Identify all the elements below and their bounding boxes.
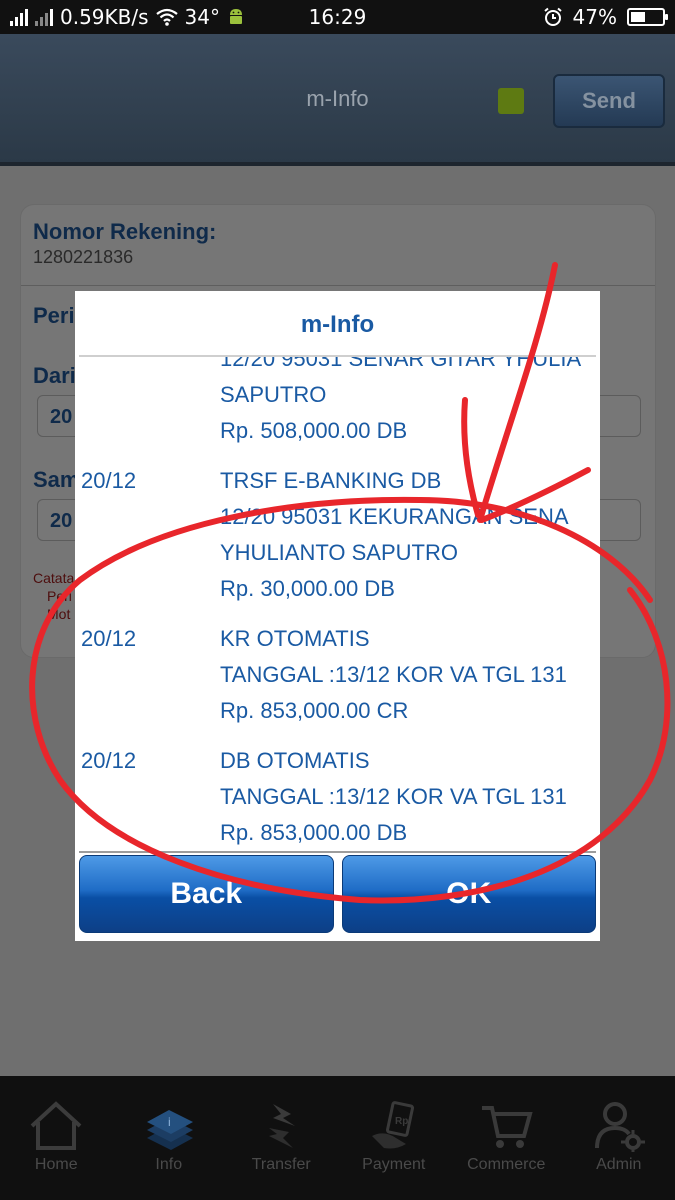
alarm-icon [543, 7, 562, 26]
transaction-item: 20/12 DB OTOMATIS TANGGAL :13/12 KOR VA … [75, 743, 600, 847]
transaction-type: KR OTOMATIS [220, 626, 370, 651]
transaction-type: TRSF E-BANKING DB [220, 468, 442, 493]
send-button[interactable]: Send [553, 74, 665, 128]
nav-payment[interactable]: Rp Payment [338, 1076, 451, 1200]
battery-icon [627, 8, 668, 26]
admin-icon [594, 1102, 645, 1152]
transaction-description: SAPUTRO [220, 382, 327, 407]
from-date-value: 20 [50, 406, 73, 428]
clock: 16:29 [308, 5, 367, 29]
svg-text:i: i [168, 1115, 171, 1129]
transaction-item: 20/12 KR OTOMATIS TANGGAL :13/12 KOR VA … [75, 621, 600, 743]
nav-label-info: Info [155, 1156, 183, 1173]
transaction-type: DB OTOMATIS [220, 748, 370, 773]
dialog-button-bar: Back OK [79, 851, 596, 933]
status-bar: 0.59KB/s 34° 16:29 47% [0, 0, 675, 34]
account-number: 1280221836 [33, 247, 134, 267]
info-icon: i [146, 1110, 193, 1150]
note-title: Catata [33, 570, 75, 586]
battery-percent: 47% [572, 5, 617, 29]
transaction-amount: Rp. 30,000.00 DB [220, 576, 395, 601]
period-label: Peri [33, 303, 75, 328]
nav-home[interactable]: Home [0, 1076, 113, 1200]
payment-icon: Rp [371, 1101, 414, 1149]
transaction-description: 12/20 95031 SENAR GITAR YHULIA [220, 357, 582, 371]
app-header: m-Info Send [0, 34, 675, 166]
connection-status-indicator [498, 88, 524, 114]
transaction-date: 20/12 [81, 748, 137, 773]
home-icon [30, 1101, 82, 1150]
transaction-description: YHULIANTO SAPUTRO [220, 540, 458, 565]
transaction-description: 12/20 95031 KEKURANGAN SENA [220, 504, 569, 529]
note-line-mot: Mot [47, 606, 71, 622]
transaction-item: 20/12 TRSF E-BANKING DB 12/20 95031 KEKU… [75, 463, 600, 621]
transaction-date: 20/12 [81, 626, 137, 651]
nav-commerce[interactable]: Commerce [450, 1076, 563, 1200]
note-line-period: Peri [47, 588, 72, 604]
nav-label-payment: Payment [362, 1156, 426, 1173]
nav-label-admin: Admin [596, 1156, 642, 1173]
svg-text:Rp: Rp [395, 1116, 408, 1127]
transaction-description: TANGGAL :13/12 KOR VA TGL 131 [220, 784, 567, 809]
transaction-amount: Rp. 853,000.00 DB [220, 820, 408, 845]
nav-label-home: Home [34, 1156, 78, 1173]
transaction-list[interactable]: 12/20 95031 SENAR GITAR YHULIA SAPUTRO R… [75, 357, 600, 847]
from-label: Dari [33, 363, 76, 388]
transaction-description: TANGGAL :13/12 KOR VA TGL 131 [220, 662, 567, 687]
bottom-nav: Home i Info Transfer Rp Payment Commerce… [0, 1076, 675, 1200]
nav-admin[interactable]: Admin [563, 1076, 675, 1200]
transaction-amount: Rp. 853,000.00 CR [220, 698, 409, 723]
nav-label-transfer: Transfer [251, 1156, 311, 1173]
nav-label-commerce: Commerce [467, 1156, 546, 1173]
dialog-title: m-Info [300, 311, 375, 338]
transaction-date: 20/12 [81, 468, 137, 493]
back-button[interactable]: Back [79, 855, 334, 933]
divider [21, 285, 655, 286]
to-label: Sam [33, 467, 80, 492]
account-label: Nomor Rekening: [33, 219, 217, 244]
cart-icon [482, 1106, 533, 1148]
transaction-amount: Rp. 508,000.00 DB [220, 418, 408, 443]
transfer-icon [269, 1104, 296, 1148]
ok-button[interactable]: OK [341, 855, 596, 933]
transaction-item: 12/20 95031 SENAR GITAR YHULIA SAPUTRO R… [75, 357, 600, 463]
nav-info[interactable]: i Info [113, 1076, 226, 1200]
nav-transfer[interactable]: Transfer [225, 1076, 338, 1200]
m-info-dialog: m-Info 12/20 95031 SENAR GITAR YHULIA SA… [75, 291, 600, 941]
to-date-value: 20 [50, 510, 73, 532]
